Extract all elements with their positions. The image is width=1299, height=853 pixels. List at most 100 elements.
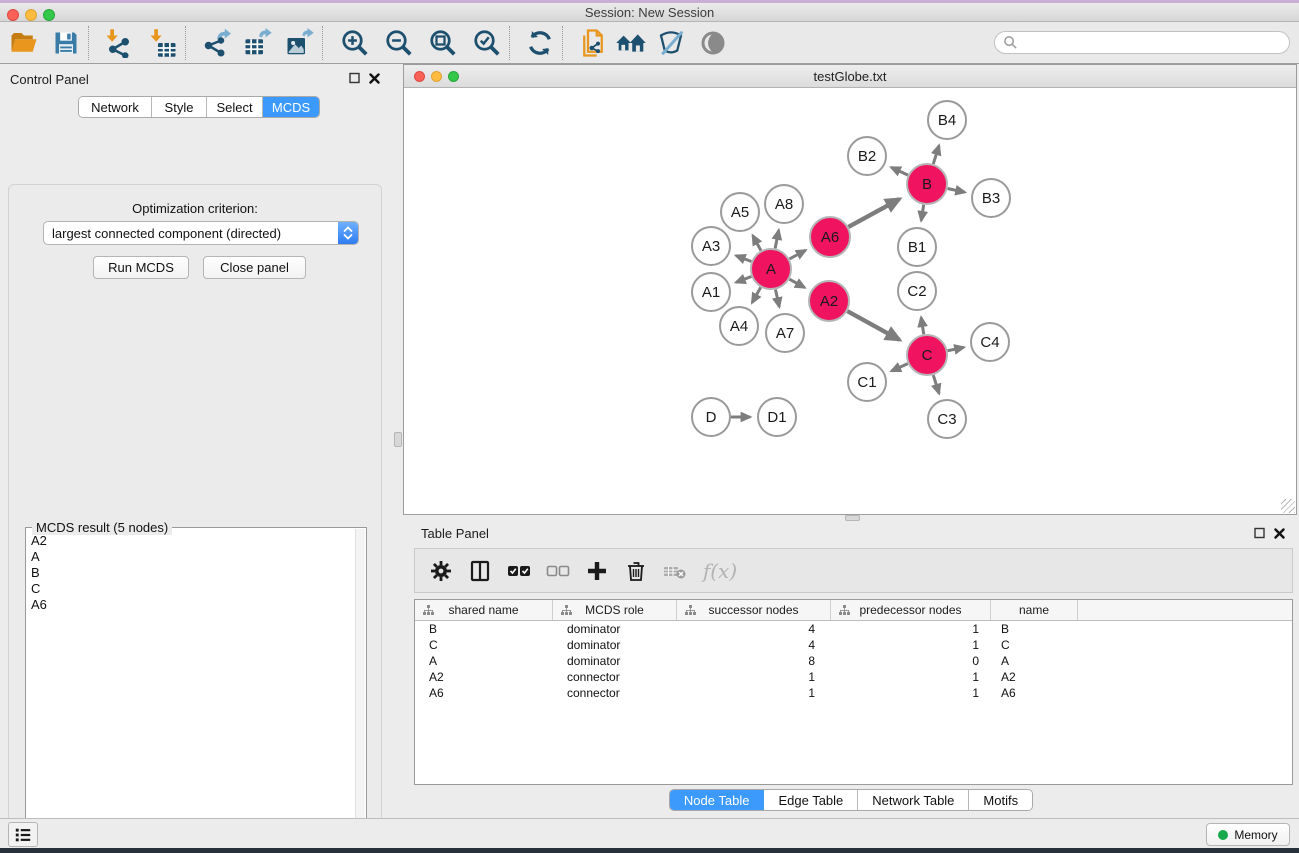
delete-table-icon[interactable] <box>659 555 691 587</box>
graph-node-B4[interactable]: B4 <box>928 101 966 139</box>
home-icon[interactable] <box>615 27 647 59</box>
hide-panel-icon[interactable] <box>655 27 687 59</box>
tab-motifs[interactable]: Motifs <box>969 790 1032 810</box>
graph-node-B[interactable]: B <box>907 164 947 204</box>
memory-button[interactable]: Memory <box>1206 823 1290 846</box>
tab-select[interactable]: Select <box>207 97 263 117</box>
graph-node-B2[interactable]: B2 <box>848 137 886 175</box>
zoom-in-icon[interactable] <box>339 27 371 59</box>
table-row[interactable]: A6connector11A6 <box>415 685 1292 701</box>
graph-edge-A-A5[interactable] <box>753 236 761 251</box>
graph-node-A1[interactable]: A1 <box>692 273 730 311</box>
graph-edge-A2-C[interactable] <box>847 311 899 340</box>
graph-node-D1[interactable]: D1 <box>758 398 796 436</box>
graph-node-A8[interactable]: A8 <box>765 185 803 223</box>
close-panel-icon[interactable] <box>1274 528 1285 539</box>
tab-edge-table[interactable]: Edge Table <box>764 790 858 810</box>
graph-node-A7[interactable]: A7 <box>766 314 804 352</box>
mcds-result-item[interactable]: A2 <box>27 533 354 549</box>
graph-edge-A-A3[interactable] <box>736 256 751 262</box>
column-header-name[interactable]: name <box>991 600 1078 620</box>
graph-edge-A-A8[interactable] <box>775 230 779 248</box>
close-panel-button[interactable]: Close panel <box>203 256 306 279</box>
vertical-splitter-grip[interactable] <box>394 432 402 447</box>
mcds-result-item[interactable]: A <box>27 549 354 565</box>
graph-node-C[interactable]: C <box>907 335 947 375</box>
graph-node-C1[interactable]: C1 <box>848 363 886 401</box>
graph-node-C3[interactable]: C3 <box>928 400 966 438</box>
zoom-selected-icon[interactable] <box>471 27 503 59</box>
graph-edge-A-A7[interactable] <box>775 290 779 307</box>
tab-network[interactable]: Network <box>79 97 152 117</box>
main-title-bar[interactable]: Session: New Session <box>0 3 1299 22</box>
table-row[interactable]: Adominator80A <box>415 653 1292 669</box>
graph-edge-B-B3[interactable] <box>948 188 965 192</box>
gear-icon[interactable] <box>425 555 457 587</box>
mcds-result-item[interactable]: B <box>27 565 354 581</box>
graph-node-A6[interactable]: A6 <box>810 217 850 257</box>
run-mcds-button[interactable]: Run MCDS <box>93 256 189 279</box>
graph-node-D[interactable]: D <box>692 398 730 436</box>
graph-edge-A6-B[interactable] <box>848 199 899 227</box>
table-row[interactable]: A2connector11A2 <box>415 669 1292 685</box>
add-column-icon[interactable] <box>581 555 613 587</box>
table-row[interactable]: Bdominator41B <box>415 621 1292 637</box>
graph-edge-C-C1[interactable] <box>891 364 907 371</box>
network-window-title-bar[interactable]: testGlobe.txt <box>404 65 1296 88</box>
criterion-dropdown[interactable]: largest connected component (directed) <box>43 221 359 245</box>
export-network-icon[interactable] <box>200 27 232 59</box>
graph-node-C4[interactable]: C4 <box>971 323 1009 361</box>
zoom-fit-icon[interactable] <box>427 27 459 59</box>
graph-edge-A-A6[interactable] <box>789 250 805 259</box>
float-panel-icon[interactable] <box>1254 527 1265 539</box>
column-header-predecessor-nodes[interactable]: predecessor nodes <box>831 600 991 620</box>
tab-mcds[interactable]: MCDS <box>263 97 319 117</box>
graph-edge-B-B2[interactable] <box>891 167 908 175</box>
function-builder-icon[interactable]: f(x) <box>698 555 742 587</box>
graph-node-A2[interactable]: A2 <box>809 281 849 321</box>
deselect-all-icon[interactable] <box>542 555 574 587</box>
mcds-result-list[interactable]: A2ABCA6 <box>27 533 354 853</box>
tab-style[interactable]: Style <box>152 97 207 117</box>
graph-node-C2[interactable]: C2 <box>898 272 936 310</box>
zoom-out-icon[interactable] <box>383 27 415 59</box>
mcds-list-scrollbar[interactable] <box>355 529 365 853</box>
graph-node-A4[interactable]: A4 <box>720 307 758 345</box>
graph-edge-B-B4[interactable] <box>933 146 939 164</box>
import-network-icon[interactable] <box>103 27 135 59</box>
graph-node-B3[interactable]: B3 <box>972 179 1010 217</box>
mcds-result-item[interactable]: C <box>27 581 354 597</box>
window-resize-grip[interactable] <box>1281 499 1295 513</box>
search-input[interactable] <box>994 31 1290 54</box>
save-session-icon[interactable] <box>50 27 82 59</box>
network-canvas[interactable]: A A1 A2 A3 A4 A5 A6 A7 A8 B B1 B2 B3 B4 C C1 C2 C3 C4 D D1 <box>404 88 1296 514</box>
graph-node-A[interactable]: A <box>751 249 791 289</box>
graph-edge-C-C4[interactable] <box>948 347 964 350</box>
graph-node-B1[interactable]: B1 <box>898 228 936 266</box>
table-row[interactable]: Cdominator41C <box>415 637 1292 653</box>
float-panel-icon[interactable] <box>349 72 360 84</box>
mcds-result-item[interactable]: A6 <box>27 597 354 613</box>
column-header-successor-nodes[interactable]: successor nodes <box>677 600 831 620</box>
graph-edge-B-B1[interactable] <box>921 205 924 221</box>
eye-icon[interactable] <box>697 27 729 59</box>
clone-network-icon[interactable] <box>577 27 609 59</box>
import-table-icon[interactable] <box>147 27 179 59</box>
close-panel-icon[interactable] <box>369 73 380 84</box>
open-file-icon[interactable] <box>8 27 40 59</box>
graph-node-A5[interactable]: A5 <box>721 193 759 231</box>
graph-edge-A-A1[interactable] <box>736 277 751 283</box>
tab-node-table[interactable]: Node Table <box>670 790 765 810</box>
column-header-MCDS-role[interactable]: MCDS role <box>553 600 677 620</box>
refresh-layout-icon[interactable] <box>524 27 556 59</box>
delete-column-icon[interactable] <box>620 555 652 587</box>
select-all-icon[interactable] <box>503 555 535 587</box>
graph-edge-A-A2[interactable] <box>789 279 804 287</box>
graph-edge-C-C2[interactable] <box>921 317 924 334</box>
column-header-shared-name[interactable]: shared name <box>415 600 553 620</box>
tab-network-table[interactable]: Network Table <box>858 790 969 810</box>
graph-edge-A-A4[interactable] <box>752 287 761 302</box>
graph-node-A3[interactable]: A3 <box>692 227 730 265</box>
task-history-button[interactable] <box>8 822 38 847</box>
graph-edge-C-C3[interactable] <box>933 375 939 393</box>
